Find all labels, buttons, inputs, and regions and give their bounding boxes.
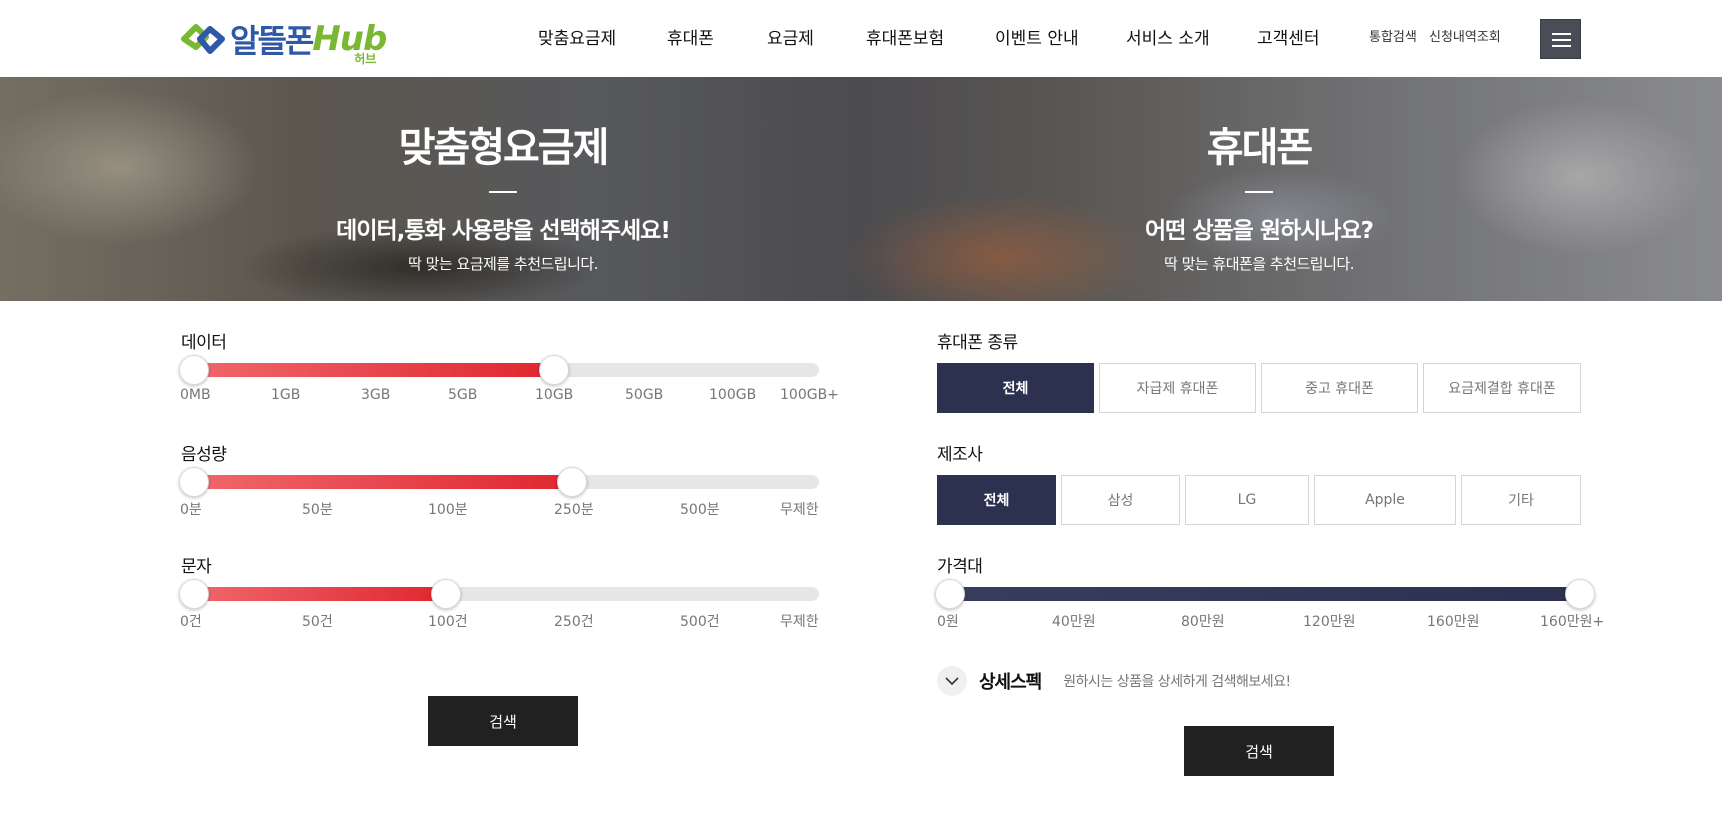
site-header: 알뜰폰 Hub 허브 맞춤요금제 휴대폰 요금제 휴대폰보험 이벤트 안내 서비스… (0, 0, 1722, 77)
sms-tick: 250건 (554, 614, 594, 630)
hero-custom-plan: 맞춤형요금제 데이터,통화 사용량을 선택해주세요! 딱 맞는 요금제를 추천드… (123, 77, 883, 274)
data-slider-handle-max[interactable] (539, 355, 569, 385)
hero-description: 딱 맞는 휴대폰을 추천드립니다. (1164, 255, 1354, 273)
data-tick: 100GB+ (780, 387, 839, 403)
phone-type-option-unlocked[interactable]: 자급제 휴대폰 (1099, 363, 1256, 413)
data-slider-track[interactable] (181, 363, 819, 377)
voice-label: 음성량 (181, 445, 227, 465)
price-tick: 0원 (937, 614, 959, 630)
plan-search-button[interactable]: 검색 (428, 696, 578, 746)
phone-type-label: 휴대폰 종류 (937, 333, 1018, 353)
logo-text: 알뜰폰 (230, 22, 314, 60)
sms-slider-handle-max[interactable] (431, 579, 461, 609)
hero-phone: 휴대폰 어떤 상품을 원하시나요? 딱 맞는 휴대폰을 추천드립니다. (879, 77, 1639, 274)
maker-option-all[interactable]: 전체 (937, 475, 1056, 525)
hamburger-menu-icon (1552, 33, 1571, 35)
detail-spec-description: 원하시는 상품을 상세하게 검색해보세요! (1063, 674, 1291, 690)
hero-title: 휴대폰 (1206, 125, 1313, 171)
maker-option-apple[interactable]: Apple (1314, 475, 1456, 525)
data-slider-fill (181, 363, 555, 377)
phone-type-option-all[interactable]: 전체 (937, 363, 1094, 413)
util-link-order-lookup[interactable]: 신청내역조회 (1429, 26, 1501, 45)
data-tick: 0MB (180, 387, 211, 403)
sms-tick: 50건 (302, 614, 333, 630)
logo-mark-icon (181, 24, 225, 54)
price-tick: 80만원 (1181, 614, 1225, 630)
data-label: 데이터 (181, 333, 227, 353)
nav-item-phone[interactable]: 휴대폰 (667, 24, 714, 49)
sms-tick: 무제한 (780, 614, 819, 630)
voice-slider-handle-min[interactable] (179, 467, 209, 497)
logo-hub-text: Hub 허브 (312, 19, 387, 66)
sms-slider-fill (181, 587, 447, 601)
maker-option-other[interactable]: 기타 (1461, 475, 1581, 525)
phone-type-option-used[interactable]: 중고 휴대폰 (1261, 363, 1418, 413)
detail-spec-toggle[interactable] (937, 666, 967, 696)
sms-tick: 500건 (680, 614, 720, 630)
hero-divider (1245, 191, 1273, 193)
sms-slider-handle-min[interactable] (179, 579, 209, 609)
voice-tick: 무제한 (780, 502, 819, 518)
maker-option-samsung[interactable]: 삼성 (1061, 475, 1180, 525)
site-logo[interactable]: 알뜰폰 Hub 허브 (180, 18, 387, 66)
voice-slider-handle-max[interactable] (557, 467, 587, 497)
nav-item-support[interactable]: 고객센터 (1257, 24, 1320, 49)
voice-slider-track[interactable] (181, 475, 819, 489)
maker-label: 제조사 (937, 445, 983, 465)
price-tick: 40만원 (1052, 614, 1096, 630)
hero-description: 딱 맞는 요금제를 추천드립니다. (408, 255, 598, 273)
hamburger-menu-button[interactable] (1540, 19, 1581, 59)
data-tick: 3GB (361, 387, 391, 403)
data-tick: 50GB (625, 387, 664, 403)
sms-label: 문자 (181, 557, 212, 577)
price-slider-handle-max[interactable] (1565, 579, 1595, 609)
hero-subtitle: 어떤 상품을 원하시나요? (1145, 218, 1374, 244)
detail-spec-title[interactable]: 상세스펙 (979, 668, 1042, 694)
hamburger-menu-icon-line (1552, 39, 1571, 41)
price-tick: 160만원 (1427, 614, 1480, 630)
nav-item-custom-plan[interactable]: 맞춤요금제 (538, 24, 616, 49)
maker-option-lg[interactable]: LG (1185, 475, 1309, 525)
price-tick: 120만원 (1303, 614, 1356, 630)
chevron-down-icon (945, 676, 959, 685)
price-tick: 160만원+ (1540, 614, 1605, 630)
detail-spec-row: 상세스펙 원하시는 상품을 상세하게 검색해보세요! (937, 666, 1291, 696)
hero-title: 맞춤형요금제 (398, 125, 610, 171)
price-slider-fill (937, 587, 1581, 601)
logo-sub-text: 허브 (354, 52, 377, 66)
hamburger-menu-icon-line (1552, 45, 1571, 47)
nav-item-event[interactable]: 이벤트 안내 (995, 24, 1079, 49)
sms-tick: 100건 (428, 614, 468, 630)
hero-divider (489, 191, 517, 193)
hero-banner: 맞춤형요금제 데이터,통화 사용량을 선택해주세요! 딱 맞는 요금제를 추천드… (0, 77, 1722, 301)
data-tick: 5GB (448, 387, 478, 403)
voice-slider-fill (181, 475, 573, 489)
hero-subtitle: 데이터,통화 사용량을 선택해주세요! (336, 218, 671, 244)
voice-tick: 100분 (428, 502, 468, 518)
util-link-search[interactable]: 통합검색 (1369, 26, 1417, 45)
voice-tick: 50분 (302, 502, 333, 518)
voice-tick: 0분 (180, 502, 202, 518)
price-slider-track[interactable] (937, 587, 1581, 601)
phone-type-option-bundle[interactable]: 요금제결합 휴대폰 (1423, 363, 1581, 413)
voice-tick: 250분 (554, 502, 594, 518)
price-slider-handle-min[interactable] (935, 579, 965, 609)
price-label: 가격대 (937, 557, 983, 577)
sms-slider-track[interactable] (181, 587, 819, 601)
phone-search-button[interactable]: 검색 (1184, 726, 1334, 776)
sms-tick: 0건 (180, 614, 202, 630)
data-tick: 10GB (535, 387, 574, 403)
voice-tick: 500분 (680, 502, 720, 518)
nav-item-service[interactable]: 서비스 소개 (1126, 24, 1210, 49)
nav-item-insurance[interactable]: 휴대폰보험 (866, 24, 944, 49)
data-tick: 1GB (271, 387, 301, 403)
data-slider-handle-min[interactable] (179, 355, 209, 385)
nav-item-plan[interactable]: 요금제 (767, 24, 814, 49)
data-tick: 100GB (709, 387, 757, 403)
